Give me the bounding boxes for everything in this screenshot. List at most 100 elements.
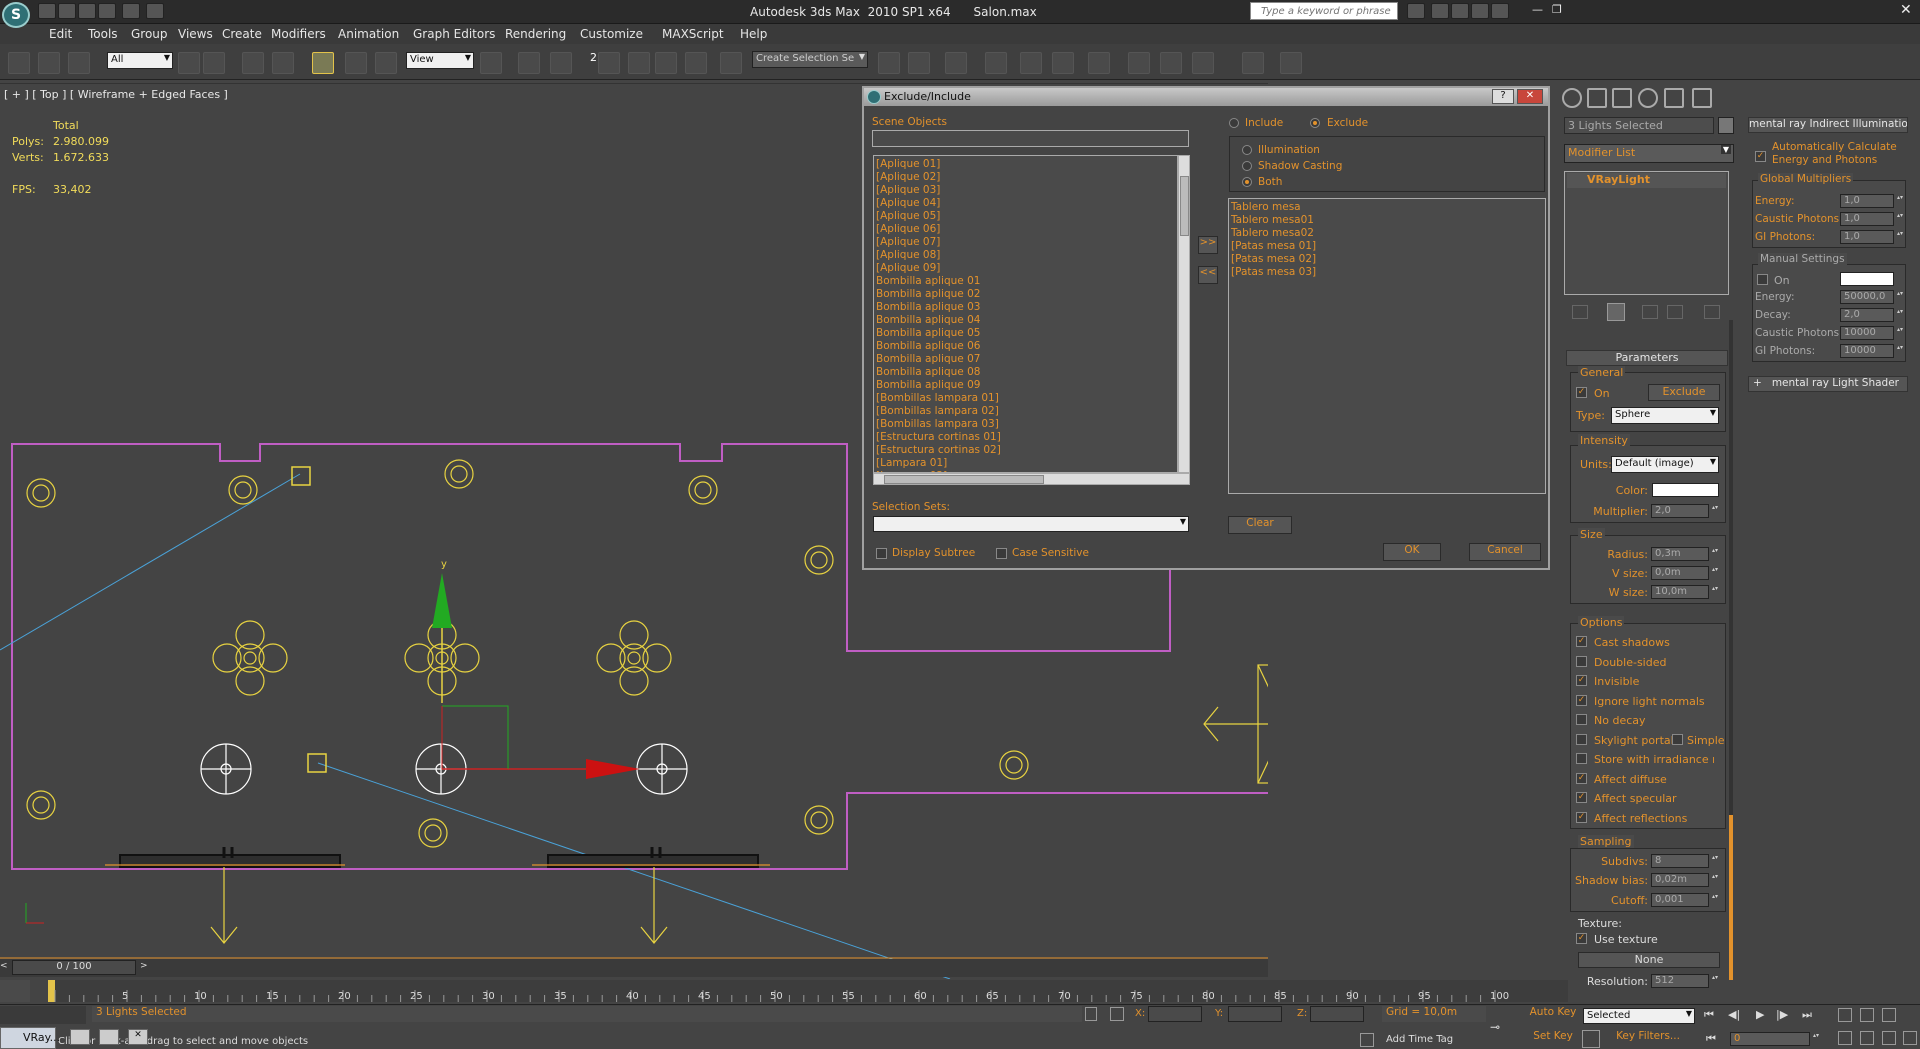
scene-object-item[interactable]: [Aplique 05] (874, 210, 1177, 223)
help-icon[interactable] (1491, 3, 1509, 19)
scene-objects-hscroll-thumb[interactable] (884, 475, 1044, 484)
gi-photons-spinner[interactable]: 1,0 (1840, 230, 1905, 244)
render-setup-icon[interactable] (1128, 52, 1150, 74)
add-time-tag[interactable]: Add Time Tag (1382, 1034, 1486, 1049)
shadow-bias-spinner[interactable]: 0,02m (1651, 873, 1720, 887)
clear-button[interactable]: Clear (1228, 516, 1292, 534)
vray-taskbar-button[interactable]: VRay... (0, 1027, 60, 1049)
time-slider-prev[interactable]: < (0, 961, 12, 975)
menu-views[interactable]: Views (178, 27, 213, 41)
subdivs-spinner[interactable]: 8 (1651, 854, 1720, 868)
excluded-object-item[interactable]: [Patas mesa 03] (1229, 266, 1545, 279)
taskbar-maximize-icon[interactable] (99, 1029, 119, 1045)
next-frame-icon[interactable]: |▶ (1776, 1008, 1788, 1021)
time-tag-icon[interactable] (1360, 1033, 1374, 1047)
add-to-exclude-button[interactable]: >> (1198, 236, 1218, 254)
zoom-icon[interactable] (1838, 1008, 1852, 1022)
cast-shadows-checkbox[interactable]: ✓ (1576, 636, 1587, 647)
shadow-casting-radio[interactable] (1242, 161, 1252, 171)
orbit-icon[interactable] (1882, 1031, 1896, 1045)
exclude-radio[interactable] (1310, 118, 1320, 128)
menu-edit[interactable]: Edit (49, 27, 72, 41)
resolution-spinner[interactable]: 512 (1651, 974, 1720, 988)
layer-manager-icon[interactable] (945, 52, 967, 74)
goto-start-icon[interactable]: ⏮ (1704, 1008, 1714, 1022)
on-checkbox[interactable]: ✓ (1576, 387, 1587, 398)
scene-object-item[interactable]: [Bombillas lampara 03] (874, 418, 1177, 431)
excluded-objects-list[interactable]: Tablero mesa Tablero mesa01 Tablero mesa02… (1228, 198, 1546, 494)
menu-animation[interactable]: Animation (338, 27, 399, 41)
scene-object-item[interactable]: [Lampara 01] (874, 457, 1177, 470)
goto-end-icon[interactable]: ⏭ (1802, 1008, 1812, 1022)
no-decay-checkbox[interactable] (1576, 714, 1587, 725)
menu-tools[interactable]: Tools (88, 27, 118, 41)
illumination-radio[interactable] (1242, 145, 1252, 155)
scene-object-item[interactable]: Bombilla aplique 06 (874, 340, 1177, 353)
cancel-button[interactable]: Cancel (1469, 543, 1541, 561)
remove-from-exclude-button[interactable]: << (1198, 266, 1218, 284)
time-slider-next[interactable]: > (140, 961, 152, 975)
double-sided-checkbox[interactable] (1576, 656, 1587, 667)
radius-spinner[interactable]: 0,3m (1651, 547, 1720, 561)
manual-color-swatch[interactable] (1840, 272, 1894, 286)
key-mode-dropdown[interactable]: Selected ▼ (1583, 1008, 1695, 1024)
menu-create[interactable]: Create (222, 27, 262, 41)
zoom-all-icon[interactable] (1860, 1008, 1874, 1022)
zoom-extents-icon[interactable] (1882, 1008, 1896, 1022)
object-color-swatch[interactable] (1718, 117, 1734, 134)
menu-rendering[interactable]: Rendering (505, 27, 566, 41)
stack-item-vraylight[interactable]: VRayLight (1567, 173, 1726, 188)
ignore-light-normals-checkbox[interactable]: ✓ (1576, 695, 1587, 706)
rendered-frame-window-icon[interactable] (1160, 52, 1182, 74)
particle-view-icon[interactable] (1280, 52, 1302, 74)
create-tab-icon[interactable] (1562, 88, 1582, 108)
angle-snap-icon[interactable] (628, 52, 650, 74)
redo-icon[interactable] (122, 3, 140, 19)
unlink-icon[interactable] (38, 52, 60, 74)
auto-key-button[interactable]: Auto Key (1527, 1006, 1579, 1024)
field-of-view-icon[interactable] (1838, 1031, 1852, 1045)
x-coordinate-field[interactable] (1148, 1006, 1202, 1022)
multiplier-spinner[interactable]: 2,0 (1651, 504, 1720, 518)
scene-objects-vscrollbar[interactable] (1178, 155, 1190, 473)
motion-tab-icon[interactable] (1638, 88, 1658, 108)
selection-name-field[interactable]: 3 Lights Selected (1564, 117, 1714, 134)
affect-reflections-checkbox[interactable]: ✓ (1576, 812, 1587, 823)
utilities-tab-icon[interactable] (1692, 88, 1712, 108)
save-file-icon[interactable] (78, 3, 96, 19)
open-file-icon[interactable] (58, 3, 76, 19)
display-subtree-checkbox[interactable] (876, 548, 887, 559)
schematic-view-icon[interactable] (1052, 52, 1074, 74)
pan-icon[interactable] (1860, 1031, 1874, 1045)
mr-indirect-header[interactable]: mental ray Indirect Illumination (1748, 117, 1908, 133)
move-icon[interactable] (312, 52, 334, 74)
scene-object-item[interactable]: [Estructura cortinas 01] (874, 431, 1177, 444)
parameters-rollout-header[interactable]: Parameters (1566, 350, 1728, 366)
modify-tab-icon[interactable] (1587, 88, 1607, 108)
bind-space-warp-icon[interactable] (68, 52, 90, 74)
set-key-button[interactable]: Set Key (1527, 1030, 1579, 1048)
case-sensitive-checkbox[interactable] (996, 548, 1007, 559)
affect-diffuse-checkbox[interactable]: ✓ (1576, 773, 1587, 784)
play-icon[interactable]: ▶ (1756, 1008, 1764, 1021)
key-icon[interactable]: ⊸ (1490, 1020, 1516, 1034)
scene-object-item[interactable]: [Aplique 01] (874, 158, 1177, 171)
scene-object-item[interactable]: Bombilla aplique 01 (874, 275, 1177, 288)
cutoff-spinner[interactable]: 0,001 (1651, 893, 1720, 907)
rotate-icon[interactable] (345, 52, 367, 74)
set-key-icon[interactable] (1582, 1030, 1600, 1048)
scene-object-item[interactable]: Bombilla aplique 09 (874, 379, 1177, 392)
reference-coordinate-dropdown[interactable]: View ▼ (406, 52, 474, 69)
search-input[interactable] (1251, 3, 1391, 19)
current-frame-field[interactable]: 0 (1730, 1032, 1821, 1046)
include-radio[interactable] (1229, 118, 1239, 128)
mini-curve-editor-toggle[interactable] (0, 980, 30, 1002)
app-logo-icon[interactable]: S (2, 2, 30, 28)
select-manipulate-icon[interactable] (518, 52, 540, 74)
excluded-object-item[interactable]: Tablero mesa02 (1229, 227, 1545, 240)
affect-specular-checkbox[interactable]: ✓ (1576, 792, 1587, 803)
select-object-icon[interactable] (178, 52, 200, 74)
spinner-snap-icon[interactable] (685, 52, 707, 74)
taskbar-close-icon[interactable]: ✕ (128, 1029, 148, 1045)
maxscript-listener-mini[interactable] (0, 1006, 86, 1024)
